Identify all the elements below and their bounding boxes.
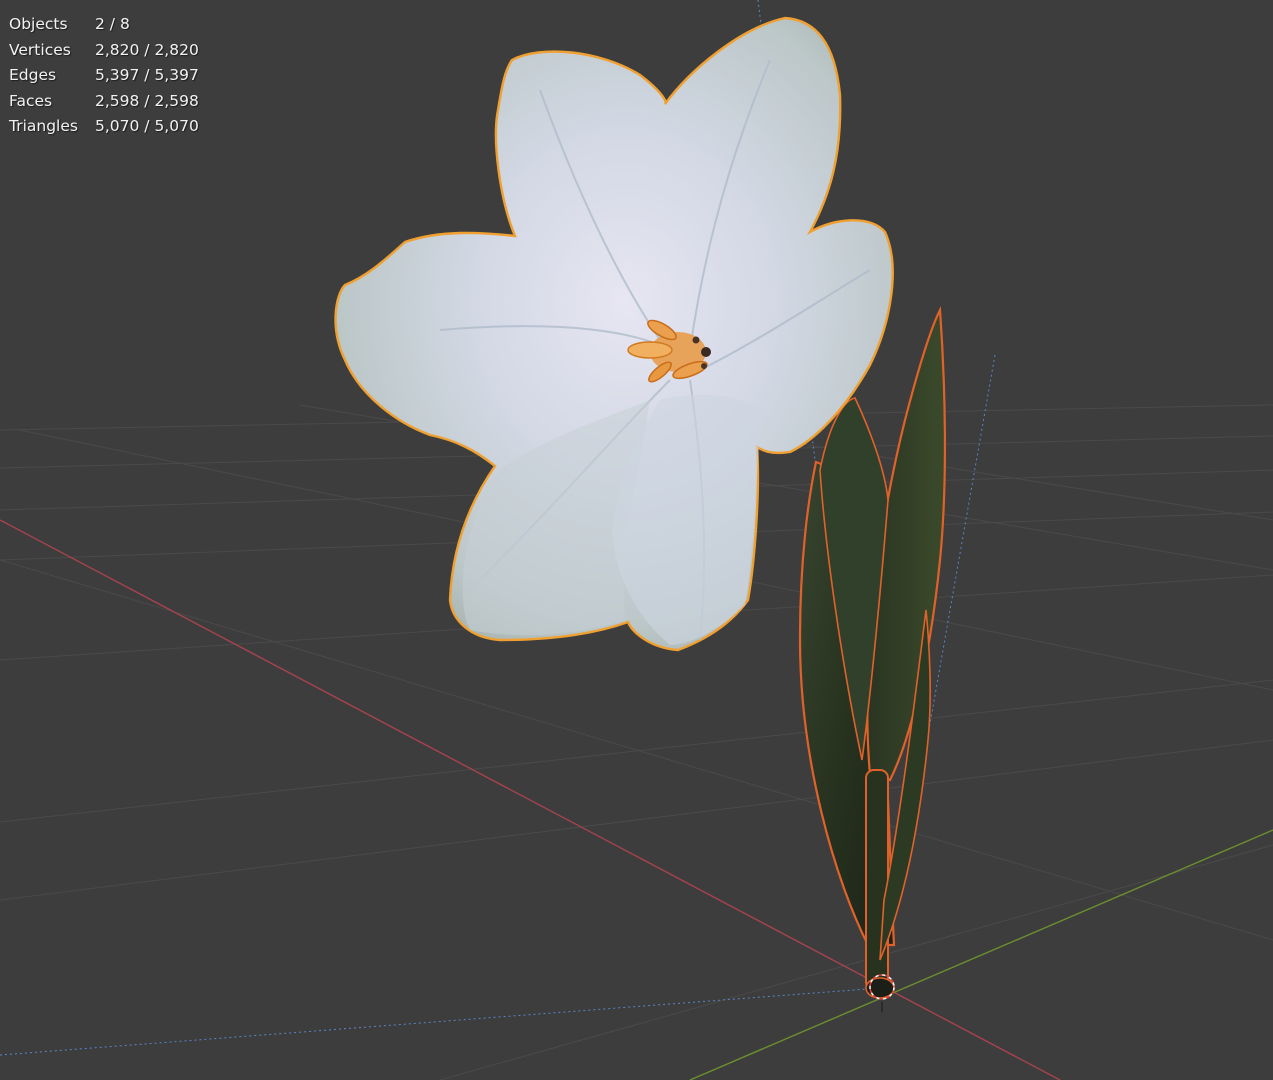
stat-row-objects: Objects 2 / 8 [9,12,199,38]
stat-row-triangles: Triangles 5,070 / 5,070 [9,114,199,140]
y-axis-line [689,829,1273,1080]
stat-value: 2,820 / 2,820 [95,40,199,59]
stat-row-vertices: Vertices 2,820 / 2,820 [9,38,199,64]
viewport-scene[interactable] [0,0,1273,1080]
stat-row-faces: Faces 2,598 / 2,598 [9,89,199,115]
stem [865,769,889,991]
stat-row-edges: Edges 5,397 / 5,397 [9,63,199,89]
stat-label: Objects [9,15,68,33]
viewport-statistics-overlay: Objects 2 / 8 Vertices 2,820 / 2,820 Edg… [9,12,199,140]
stat-value: 2,598 / 2,598 [95,91,199,110]
stat-label: Faces [9,91,53,110]
3d-viewport[interactable]: Objects 2 / 8 Vertices 2,820 / 2,820 Edg… [0,0,1273,1080]
stat-label: Triangles [9,117,78,135]
stat-label: Vertices [9,40,71,59]
stat-value: 5,397 / 5,397 [95,66,199,84]
stat-label: Edges [9,66,57,84]
stat-value: 2 / 8 [95,15,130,33]
stat-value: 5,070 / 5,070 [95,117,199,135]
